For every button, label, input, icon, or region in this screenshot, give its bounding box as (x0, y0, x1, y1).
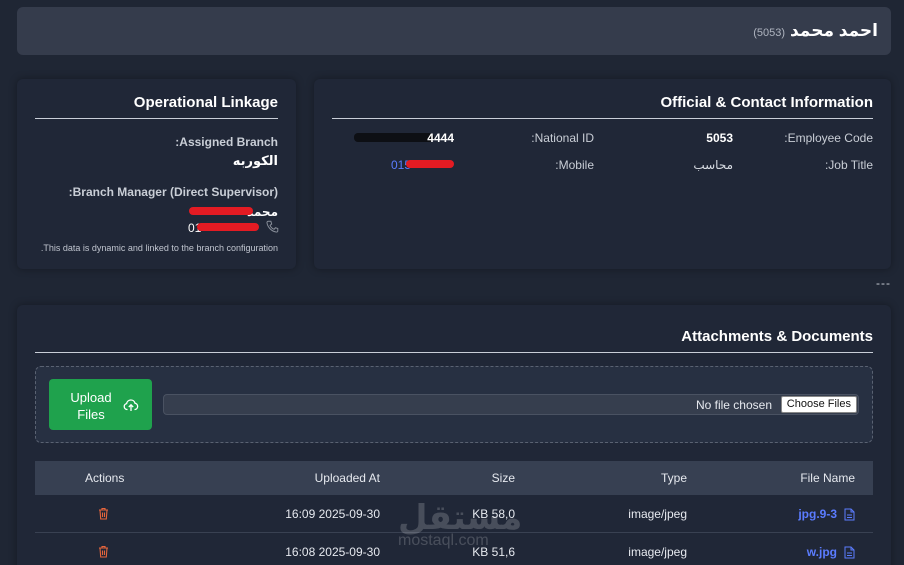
file-name-link[interactable]: w.jpg (807, 545, 837, 559)
redaction-mark (197, 223, 259, 231)
divider (332, 118, 873, 119)
cloud-upload-icon (123, 397, 139, 413)
employee-header: احمد محمد (5053) (17, 7, 891, 55)
dynamic-data-note: This data is dynamic and linked to the b… (40, 243, 278, 253)
branch-manager-label: Branch Manager (Direct Supervisor): (68, 185, 278, 199)
separator-text: --- (876, 276, 891, 290)
upload-dropzone[interactable]: Upload Files No file chosen Choose Files (35, 366, 873, 443)
col-actions: Actions (85, 471, 125, 485)
mobile-label: Mobile: (555, 158, 594, 172)
mostaql-watermark: مستقل mostaql.com (398, 498, 522, 550)
redaction-mark (354, 133, 434, 142)
file-type: image/jpeg (628, 507, 687, 521)
national-id-label: National ID: (531, 131, 594, 145)
employee-name: احمد محمد (789, 21, 878, 40)
card-title: Official & Contact Information (660, 94, 873, 111)
file-input[interactable]: No file chosen Choose Files (163, 394, 859, 415)
file-type: image/jpeg (628, 545, 687, 559)
divider (35, 118, 278, 119)
trash-icon[interactable] (98, 545, 109, 558)
attachments-title: Attachments & Documents (681, 328, 873, 345)
no-file-chosen-text: No file chosen (695, 398, 772, 412)
divider (35, 352, 873, 353)
col-type[interactable]: Type (661, 471, 687, 485)
phone-icon (266, 220, 279, 233)
employee-code-label: Employee Code: (784, 131, 873, 145)
attachments-table-header: File Name Type Size Uploaded At Actions (35, 461, 873, 495)
upload-files-button[interactable]: Upload Files (49, 379, 152, 430)
col-size[interactable]: Size (492, 471, 515, 485)
assigned-branch-value: الكوربه (232, 153, 278, 168)
choose-files-button[interactable]: Choose Files (780, 396, 857, 413)
official-contact-card: Official & Contact Information Employee … (314, 79, 891, 269)
employee-code-value: 5053 (706, 131, 733, 145)
file-icon (844, 508, 855, 521)
col-file-name[interactable]: File Name (800, 471, 855, 485)
employee-code-badge: (5053) (753, 27, 785, 39)
operational-linkage-card: Operational Linkage Assigned Branch: الك… (17, 79, 296, 269)
col-uploaded-at[interactable]: Uploaded At (315, 471, 380, 485)
uploaded-at: 2025-09-30 16:09 (285, 507, 380, 521)
job-title-label: Job Title: (824, 158, 873, 172)
upload-button-label: Upload Files (70, 390, 112, 422)
redaction-mark (189, 207, 253, 215)
job-title-value: محاسب (693, 158, 733, 172)
national-id-value: 4444 (427, 131, 454, 145)
uploaded-at: 2025-09-30 16:08 (285, 545, 380, 559)
file-name-link[interactable]: jpg.9-3 (798, 507, 837, 521)
assigned-branch-label: Assigned Branch: (175, 135, 278, 149)
redaction-mark (406, 160, 454, 168)
card-title: Operational Linkage (133, 94, 278, 111)
trash-icon[interactable] (98, 507, 109, 520)
file-icon (844, 546, 855, 559)
